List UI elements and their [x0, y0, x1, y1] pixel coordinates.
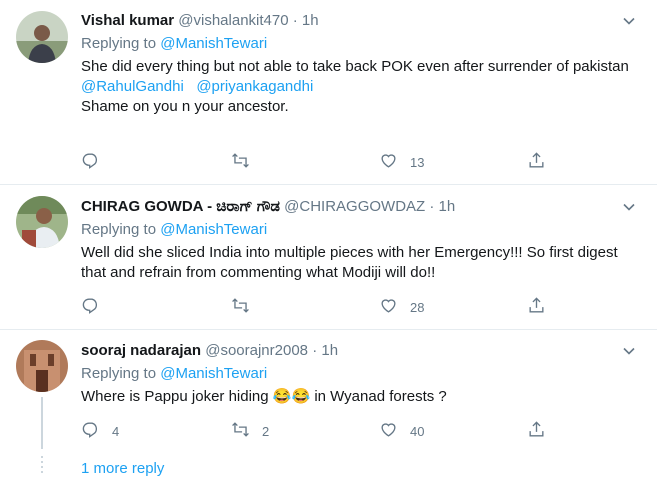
reply-count: 4 [112, 423, 120, 439]
reply-icon [81, 420, 100, 442]
separator-dot: · [312, 342, 318, 359]
retweet-button[interactable]: 2 [231, 421, 269, 441]
retweet-button[interactable] [231, 297, 262, 317]
timestamp[interactable]: 1h [439, 198, 456, 215]
avatar[interactable] [16, 11, 68, 63]
replying-to: Replying to @ManishTewari [81, 34, 643, 54]
avatar[interactable] [16, 340, 68, 392]
reply-icon [81, 151, 100, 173]
avatar[interactable] [16, 196, 68, 248]
like-icon [379, 151, 398, 173]
replying-to-link[interactable]: @ManishTewari [160, 35, 267, 52]
replying-label: Replying to [81, 365, 157, 382]
retweet-count: 2 [262, 423, 270, 439]
timestamp[interactable]: 1h [302, 12, 319, 29]
like-button[interactable]: 40 [379, 421, 424, 441]
retweet-icon [231, 151, 250, 173]
separator-dot: · [429, 198, 435, 215]
timestamp[interactable]: 1h [321, 342, 338, 359]
thread-line [41, 397, 43, 449]
share-button[interactable] [527, 152, 546, 172]
reply-button[interactable]: 4 [81, 421, 119, 441]
user-handle[interactable]: @soorajnr2008 [205, 342, 308, 359]
tweet-text: She did every thing but not able to take… [81, 57, 643, 117]
replying-to-link[interactable]: @ManishTewari [160, 365, 267, 382]
mention-link[interactable]: @priyankagandhi [196, 78, 313, 95]
retweet-icon [231, 420, 250, 442]
replying-label: Replying to [81, 35, 157, 52]
replying-to: Replying to @ManishTewari [81, 220, 643, 240]
share-icon [527, 420, 546, 442]
separator-dot: · [292, 12, 298, 29]
action-bar: 28 [81, 297, 561, 317]
chevron-down-icon[interactable] [619, 11, 639, 31]
tweet-text-line: Shame on you n your ancestor. [81, 98, 289, 115]
like-count: 40 [410, 423, 425, 439]
retweet-button[interactable] [231, 152, 262, 172]
tweet-text: Where is Pappu joker hiding 😂😂 in Wyanad… [81, 387, 643, 407]
tweet-text-part: in Wyanad forests ? [314, 388, 447, 405]
share-button[interactable] [527, 421, 546, 441]
tweet-text: Well did she sliced India into multiple … [81, 244, 618, 281]
action-bar: 4 2 40 [81, 421, 561, 441]
reply-button[interactable] [81, 152, 112, 172]
show-more-replies-link[interactable]: 1 more reply [81, 459, 164, 479]
reply-icon [81, 296, 100, 318]
share-icon [527, 296, 546, 318]
chevron-down-icon[interactable] [619, 341, 639, 361]
share-icon [527, 151, 546, 173]
like-icon [379, 296, 398, 318]
chevron-down-icon[interactable] [619, 197, 639, 217]
display-name[interactable]: CHIRAG GOWDA - ಚಿರಾಗ್ ಗೌಡ [81, 198, 280, 215]
reply-button[interactable] [81, 297, 112, 317]
retweet-icon [231, 296, 250, 318]
user-handle[interactable]: @vishalankit470 [178, 12, 288, 29]
mention-link[interactable]: @RahulGandhi [81, 78, 184, 95]
tweet-text-part: Where is Pappu joker hiding [81, 388, 269, 405]
tweet-text-line: She did every thing but not able to take… [81, 58, 629, 75]
like-button[interactable]: 13 [379, 152, 424, 172]
display-name[interactable]: Vishal kumar [81, 12, 174, 29]
display-name[interactable]: sooraj nadarajan [81, 342, 201, 359]
laughing-emoji: 😂😂 [272, 388, 311, 405]
user-handle[interactable]: @CHIRAGGOWDAZ [284, 198, 425, 215]
like-button[interactable]: 28 [379, 297, 424, 317]
like-icon [379, 420, 398, 442]
like-count: 13 [410, 154, 425, 170]
action-bar: 13 [81, 152, 561, 172]
replying-to-link[interactable]: @ManishTewari [160, 221, 267, 238]
replying-to: Replying to @ManishTewari [81, 364, 643, 384]
like-count: 28 [410, 299, 425, 315]
thread-dots [41, 456, 43, 476]
replying-label: Replying to [81, 221, 157, 238]
share-button[interactable] [527, 297, 546, 317]
